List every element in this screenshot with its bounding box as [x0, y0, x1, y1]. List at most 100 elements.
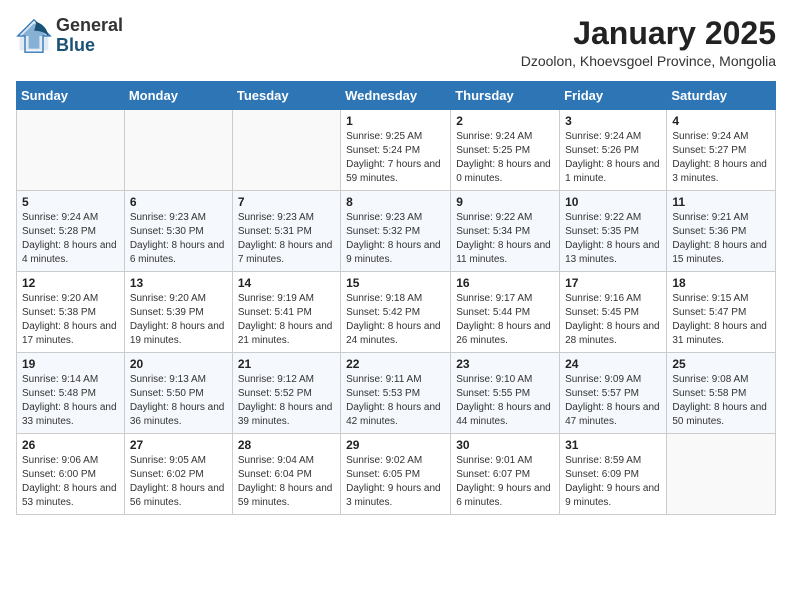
day-number: 8 — [346, 195, 445, 209]
calendar-cell: 20 Sunrise: 9:13 AM Sunset: 5:50 PM Dayli… — [124, 353, 232, 434]
logo: General Blue — [16, 16, 123, 56]
day-number: 2 — [456, 114, 554, 128]
calendar-cell: 27 Sunrise: 9:05 AM Sunset: 6:02 PM Dayli… — [124, 434, 232, 515]
day-number: 10 — [565, 195, 661, 209]
calendar-cell: 28 Sunrise: 9:04 AM Sunset: 6:04 PM Dayli… — [232, 434, 340, 515]
day-number: 13 — [130, 276, 227, 290]
day-number: 23 — [456, 357, 554, 371]
day-info: Sunrise: 9:18 AM Sunset: 5:42 PM Dayligh… — [346, 292, 445, 348]
day-info: Sunrise: 9:21 AM Sunset: 5:36 PM Dayligh… — [672, 211, 770, 267]
day-number: 9 — [456, 195, 554, 209]
day-number: 11 — [672, 195, 770, 209]
day-info: Sunrise: 9:04 AM Sunset: 6:04 PM Dayligh… — [238, 454, 335, 510]
day-number: 27 — [130, 438, 227, 452]
calendar-cell: 23 Sunrise: 9:10 AM Sunset: 5:55 PM Dayli… — [451, 353, 560, 434]
day-info: Sunrise: 9:17 AM Sunset: 5:44 PM Dayligh… — [456, 292, 554, 348]
day-number: 21 — [238, 357, 335, 371]
calendar-cell: 31Sunrise: 8:59 AM Sunset: 6:09 PM Dayli… — [560, 434, 667, 515]
day-number: 6 — [130, 195, 227, 209]
day-info: Sunrise: 9:24 AM Sunset: 5:27 PM Dayligh… — [672, 130, 770, 186]
day-info: Sunrise: 9:23 AM Sunset: 5:31 PM Dayligh… — [238, 211, 335, 267]
day-info: Sunrise: 9:22 AM Sunset: 5:34 PM Dayligh… — [456, 211, 554, 267]
page-header: General Blue January 2025 Dzoolon, Khoev… — [16, 16, 776, 69]
day-number: 12 — [22, 276, 119, 290]
calendar-cell: 8 Sunrise: 9:23 AM Sunset: 5:32 PM Daylig… — [341, 191, 451, 272]
calendar-week-row: 5 Sunrise: 9:24 AM Sunset: 5:28 PM Daylig… — [17, 191, 776, 272]
day-info: Sunrise: 9:01 AM Sunset: 6:07 PM Dayligh… — [456, 454, 554, 510]
calendar-cell: 5 Sunrise: 9:24 AM Sunset: 5:28 PM Daylig… — [17, 191, 125, 272]
calendar-cell: 9 Sunrise: 9:22 AM Sunset: 5:34 PM Daylig… — [451, 191, 560, 272]
calendar-week-row: 1 Sunrise: 9:25 AM Sunset: 5:24 PM Daylig… — [17, 110, 776, 191]
calendar-cell: 14Sunrise: 9:19 AM Sunset: 5:41 PM Dayli… — [232, 272, 340, 353]
day-number: 30 — [456, 438, 554, 452]
weekday-header: Friday — [560, 82, 667, 110]
calendar-cell: 26Sunrise: 9:06 AM Sunset: 6:00 PM Dayli… — [17, 434, 125, 515]
calendar-cell: 6 Sunrise: 9:23 AM Sunset: 5:30 PM Daylig… — [124, 191, 232, 272]
calendar-cell: 1 Sunrise: 9:25 AM Sunset: 5:24 PM Daylig… — [341, 110, 451, 191]
day-number: 26 — [22, 438, 119, 452]
day-number: 20 — [130, 357, 227, 371]
calendar-cell: 3 Sunrise: 9:24 AM Sunset: 5:26 PM Daylig… — [560, 110, 667, 191]
day-info: Sunrise: 9:23 AM Sunset: 5:32 PM Dayligh… — [346, 211, 445, 267]
calendar-cell: 4 Sunrise: 9:24 AM Sunset: 5:27 PM Daylig… — [667, 110, 776, 191]
weekday-header: Thursday — [451, 82, 560, 110]
day-info: Sunrise: 9:20 AM Sunset: 5:39 PM Dayligh… — [130, 292, 227, 348]
calendar-cell: 22 Sunrise: 9:11 AM Sunset: 5:53 PM Dayli… — [341, 353, 451, 434]
calendar-header-row: SundayMondayTuesdayWednesdayThursdayFrid… — [17, 82, 776, 110]
day-info: Sunrise: 9:14 AM Sunset: 5:48 PM Dayligh… — [22, 373, 119, 429]
day-info: Sunrise: 9:20 AM Sunset: 5:38 PM Dayligh… — [22, 292, 119, 348]
day-number: 28 — [238, 438, 335, 452]
day-number: 3 — [565, 114, 661, 128]
day-number: 1 — [346, 114, 445, 128]
day-info: Sunrise: 9:23 AM Sunset: 5:30 PM Dayligh… — [130, 211, 227, 267]
day-number: 18 — [672, 276, 770, 290]
day-number: 15 — [346, 276, 445, 290]
day-number: 24 — [565, 357, 661, 371]
day-info: Sunrise: 9:15 AM Sunset: 5:47 PM Dayligh… — [672, 292, 770, 348]
calendar-cell — [17, 110, 125, 191]
calendar-cell: 2 Sunrise: 9:24 AM Sunset: 5:25 PM Daylig… — [451, 110, 560, 191]
calendar-cell — [232, 110, 340, 191]
calendar-cell — [124, 110, 232, 191]
day-number: 4 — [672, 114, 770, 128]
day-number: 7 — [238, 195, 335, 209]
day-number: 22 — [346, 357, 445, 371]
location-subtitle: Dzoolon, Khoevsgoel Province, Mongolia — [521, 53, 776, 69]
month-title: January 2025 — [521, 16, 776, 51]
day-info: Sunrise: 9:12 AM Sunset: 5:52 PM Dayligh… — [238, 373, 335, 429]
calendar-cell — [667, 434, 776, 515]
calendar-cell: 19 Sunrise: 9:14 AM Sunset: 5:48 PM Dayli… — [17, 353, 125, 434]
logo-general: General — [56, 16, 123, 36]
logo-icon — [16, 18, 52, 54]
day-info: Sunrise: 9:11 AM Sunset: 5:53 PM Dayligh… — [346, 373, 445, 429]
day-number: 14 — [238, 276, 335, 290]
day-info: Sunrise: 9:25 AM Sunset: 5:24 PM Dayligh… — [346, 130, 445, 186]
day-number: 17 — [565, 276, 661, 290]
day-info: Sunrise: 9:22 AM Sunset: 5:35 PM Dayligh… — [565, 211, 661, 267]
calendar-table: SundayMondayTuesdayWednesdayThursdayFrid… — [16, 81, 776, 515]
day-info: Sunrise: 9:24 AM Sunset: 5:28 PM Dayligh… — [22, 211, 119, 267]
day-number: 25 — [672, 357, 770, 371]
calendar-cell: 7 Sunrise: 9:23 AM Sunset: 5:31 PM Daylig… — [232, 191, 340, 272]
calendar-cell: 10 Sunrise: 9:22 AM Sunset: 5:35 PM Dayli… — [560, 191, 667, 272]
day-info: Sunrise: 9:02 AM Sunset: 6:05 PM Dayligh… — [346, 454, 445, 510]
calendar-cell: 15 Sunrise: 9:18 AM Sunset: 5:42 PM Dayli… — [341, 272, 451, 353]
day-info: Sunrise: 9:24 AM Sunset: 5:26 PM Dayligh… — [565, 130, 661, 186]
day-info: Sunrise: 9:13 AM Sunset: 5:50 PM Dayligh… — [130, 373, 227, 429]
day-info: Sunrise: 9:10 AM Sunset: 5:55 PM Dayligh… — [456, 373, 554, 429]
calendar-cell: 30 Sunrise: 9:01 AM Sunset: 6:07 PM Dayli… — [451, 434, 560, 515]
day-info: Sunrise: 8:59 AM Sunset: 6:09 PM Dayligh… — [565, 454, 661, 510]
calendar-week-row: 12 Sunrise: 9:20 AM Sunset: 5:38 PM Dayli… — [17, 272, 776, 353]
calendar-cell: 16Sunrise: 9:17 AM Sunset: 5:44 PM Dayli… — [451, 272, 560, 353]
weekday-header: Wednesday — [341, 82, 451, 110]
day-number: 29 — [346, 438, 445, 452]
day-info: Sunrise: 9:24 AM Sunset: 5:25 PM Dayligh… — [456, 130, 554, 186]
day-info: Sunrise: 9:05 AM Sunset: 6:02 PM Dayligh… — [130, 454, 227, 510]
calendar-cell: 21 Sunrise: 9:12 AM Sunset: 5:52 PM Dayli… — [232, 353, 340, 434]
day-info: Sunrise: 9:16 AM Sunset: 5:45 PM Dayligh… — [565, 292, 661, 348]
day-number: 19 — [22, 357, 119, 371]
calendar-cell: 13 Sunrise: 9:20 AM Sunset: 5:39 PM Dayli… — [124, 272, 232, 353]
day-number: 5 — [22, 195, 119, 209]
calendar-week-row: 19 Sunrise: 9:14 AM Sunset: 5:48 PM Dayli… — [17, 353, 776, 434]
calendar-cell: 29 Sunrise: 9:02 AM Sunset: 6:05 PM Dayli… — [341, 434, 451, 515]
